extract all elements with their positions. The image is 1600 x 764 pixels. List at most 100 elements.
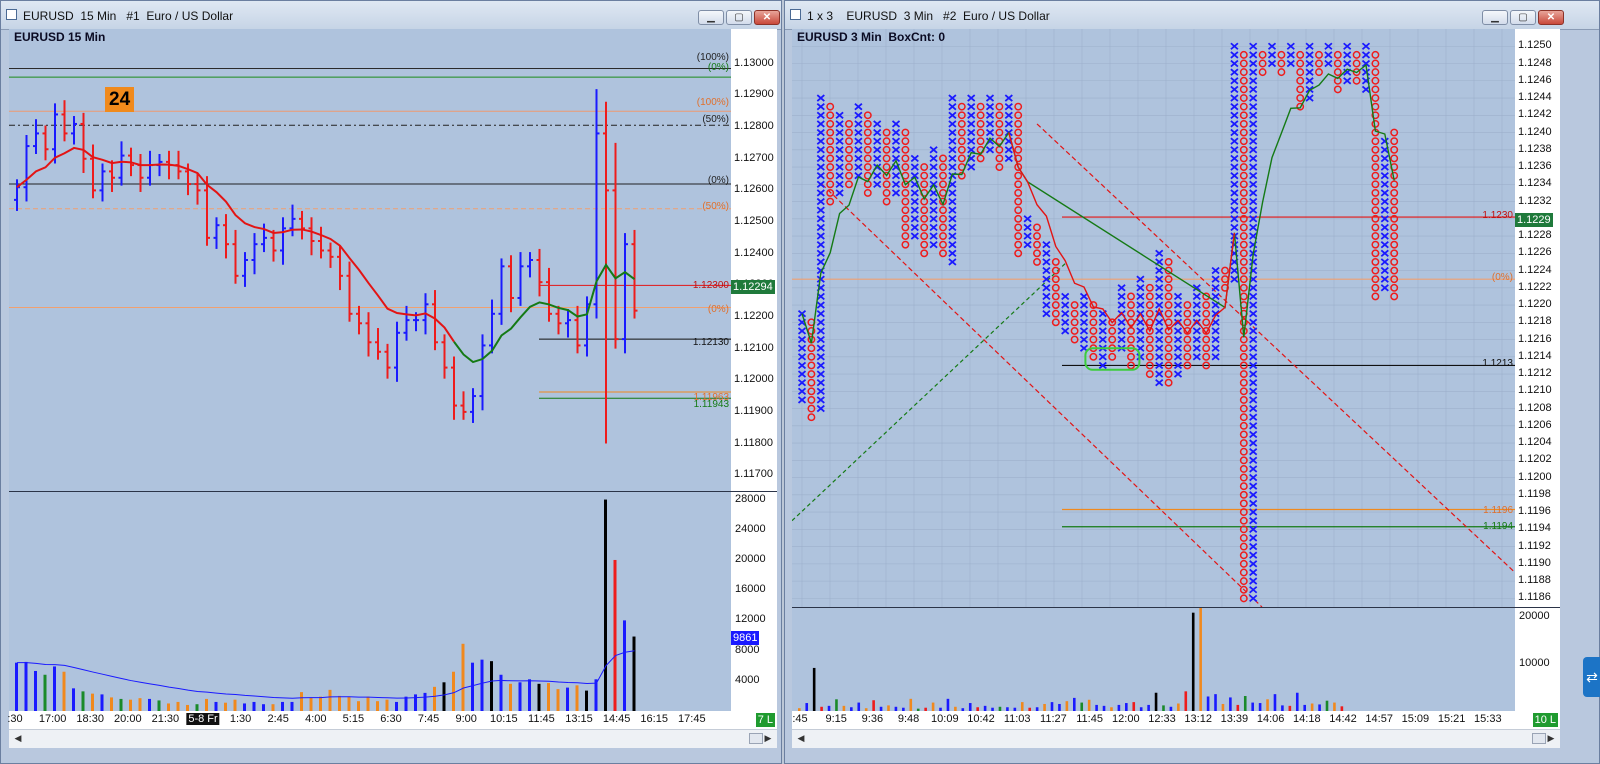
right-price-plot[interactable]: EURUSD 3 Min BoxCnt: 0 1.1230 (0%) 1.121… [792, 29, 1515, 607]
maximize-icon[interactable]: ▢ [726, 10, 752, 25]
ohlc-bar [71, 116, 77, 145]
ohlc-bar [394, 321, 400, 382]
ohlc-bar [498, 258, 505, 325]
pnf-x-column [1324, 42, 1333, 68]
volume-bar [452, 671, 455, 711]
right-horizontal-scrollbar[interactable]: ◀ ▶ [792, 729, 1560, 748]
left-volume-svg [15, 499, 636, 711]
pnf-o-mark [1239, 516, 1248, 525]
right-volume-plot[interactable] [792, 608, 1515, 711]
volume-bar [309, 697, 313, 711]
left-volume-axis[interactable]: 28000 24000 20000 16000 12000 8000 4000 9861 [731, 492, 777, 711]
fib-label-50-black: (50%) [702, 114, 729, 125]
pnf-x-mark [948, 120, 957, 128]
pnf-x-mark [1061, 310, 1070, 318]
left-time-axis[interactable]: :30 17:00 18:30 20:00 21:30 5-8 Fr 1:30 2:45 4:0… [7, 711, 777, 729]
scroll-right-icon[interactable]: ▶ [1544, 732, 1558, 745]
pnf-x-mark [1249, 517, 1258, 525]
pnf-o-mark [1296, 68, 1305, 77]
ohlc-bar [356, 305, 362, 335]
ohlc-bar [517, 252, 524, 306]
pnf-x-mark [967, 120, 976, 128]
right-volume-axis[interactable]: 20000 10000 [1515, 608, 1560, 711]
volume-bar [1333, 702, 1336, 711]
left-volume-plot[interactable] [9, 492, 731, 711]
left-horizontal-scrollbar[interactable]: ◀ ▶ [9, 729, 777, 748]
right-price-axis[interactable]: 1.1250 1.1248 1.1246 1.1244 1.1242 1.1240 1.12… [1515, 29, 1560, 607]
pnf-o-column [845, 119, 853, 189]
minimize-icon[interactable]: ▁ [698, 10, 724, 25]
left-window-titlebar[interactable]: EURUSD 15 Min #1 Euro / US Dollar ▁ ▢ ✕ [1, 1, 781, 30]
pnf-x-mark [929, 223, 938, 232]
maximize-icon[interactable]: ▢ [1510, 10, 1536, 25]
pnf-o-column [1239, 50, 1248, 603]
volume-bar [43, 674, 47, 711]
pnf-o-mark [1051, 257, 1060, 266]
pnf-x-column [1117, 284, 1126, 352]
pnf-o-mark [1239, 534, 1248, 542]
pnf-x-mark [948, 154, 957, 163]
left-price-axis[interactable]: 1.13000 1.12900 1.12800 1.12700 1.12600 1.125… [731, 29, 777, 491]
minimize-icon[interactable]: ▁ [1482, 10, 1508, 25]
right-window-titlebar[interactable]: 1 x 3 EURUSD 3 Min #2 Euro / US Dollar ▁… [785, 1, 1599, 30]
pnf-o-mark [939, 171, 947, 180]
volume-bar [34, 670, 37, 711]
remote-support-icon[interactable]: ⇄ [1583, 657, 1600, 697]
pnf-x-mark [1249, 223, 1258, 232]
pnf-o-mark [976, 154, 985, 163]
pnf-o-mark [845, 171, 853, 180]
time-tick-label: 13:15 [565, 713, 593, 725]
volume-bar [243, 703, 246, 711]
pnf-o-mark [1371, 68, 1380, 77]
pnf-x-mark [948, 240, 957, 249]
scroll-right-icon[interactable]: ▶ [761, 732, 775, 745]
ohlc-bar [289, 204, 296, 237]
pnf-o-column [1371, 50, 1380, 301]
ohlc-bar [384, 343, 391, 379]
time-tick-label: 11:27 [1040, 713, 1067, 725]
right-time-axis[interactable]: :45 9:15 9:36 9:48 10:09 10:42 11:03 11:27 11:45… [792, 711, 1560, 729]
volume-bar [205, 698, 208, 711]
close-icon[interactable]: ✕ [1538, 10, 1564, 25]
left-price-plot[interactable]: EURUSD 15 Min 24 (100%) (0%) (100%) (50%… [9, 29, 731, 491]
pnf-x-mark [1267, 51, 1277, 59]
time-tick-label: 15:09 [1401, 713, 1430, 725]
price-tick-label: 1.1202 [1518, 453, 1552, 466]
pnf-x-mark [1380, 258, 1389, 266]
ohlc-bar [299, 210, 305, 240]
pnf-x-mark [1249, 551, 1258, 559]
time-tick-label: 10:15 [490, 713, 518, 725]
pnf-x-mark [891, 171, 901, 180]
price-tick-label: 1.1206 [1518, 418, 1552, 431]
price-tick-label: 1.1218 [1518, 315, 1552, 328]
pnf-o-mark [1333, 68, 1342, 77]
price-tick-label: 1.1222 [1518, 280, 1552, 293]
pnf-o-mark [882, 188, 891, 197]
pnf-x-mark [967, 137, 976, 145]
volume-bar [480, 659, 484, 711]
pnf-o-column [1014, 102, 1023, 258]
pnf-x-mark [948, 102, 957, 111]
price-tick-label: 1.12100 [734, 341, 774, 354]
pnf-o-mark [995, 102, 1004, 111]
volume-bar [1273, 694, 1277, 711]
volume-bar [1087, 699, 1091, 711]
pnf-x-mark [1230, 223, 1239, 232]
close-icon[interactable]: ✕ [754, 10, 780, 25]
pnf-o-mark [1277, 68, 1286, 77]
pnf-x-mark [1079, 310, 1089, 318]
price-tick-label: 1.1200 [1518, 470, 1552, 483]
pnf-x-mark [1004, 154, 1013, 163]
pnf-x-mark [1042, 292, 1051, 301]
scroll-left-icon[interactable]: ◀ [11, 732, 25, 745]
volume-tick-label: 20000 [735, 552, 766, 565]
pnf-o-mark [1277, 50, 1286, 59]
pnf-x-mark [1249, 171, 1258, 180]
pnf-x-mark [835, 189, 844, 197]
scroll-left-icon[interactable]: ◀ [794, 732, 808, 745]
pnf-o-mark [1033, 223, 1041, 232]
volume-bar [442, 682, 446, 711]
ohlc-bar [479, 334, 486, 411]
price-tick-label: 1.1192 [1518, 539, 1551, 552]
volume-bar [1214, 694, 1217, 711]
